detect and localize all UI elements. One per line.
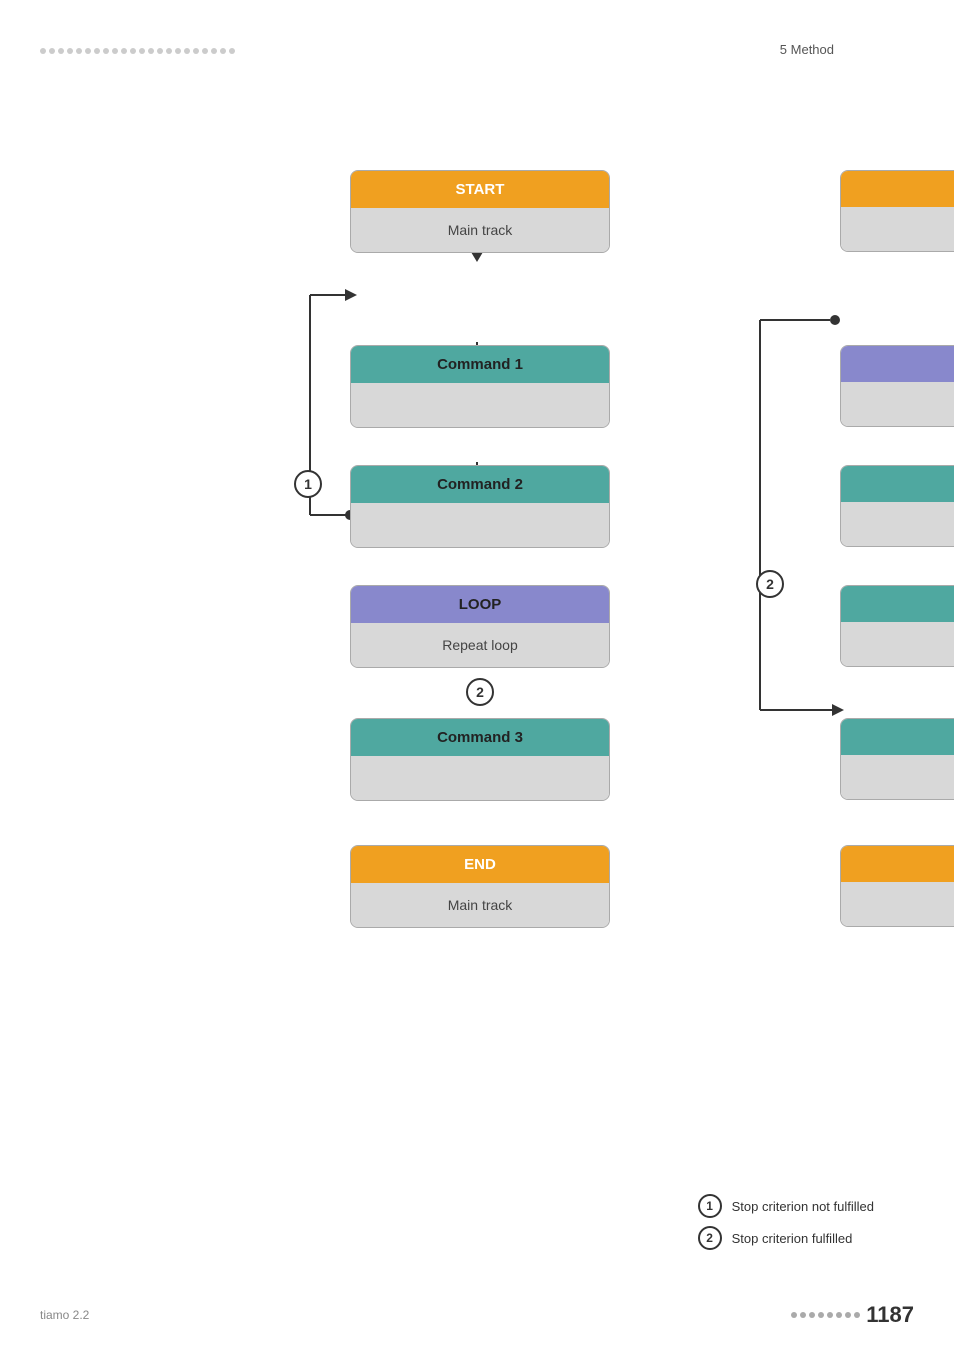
loop-block: LOOP Repeat loop <box>350 585 610 668</box>
start-body: Main track <box>351 208 609 252</box>
right-block-3 <box>840 465 954 547</box>
right-circle-2: 2 <box>756 570 784 598</box>
command2-header: Command 2 <box>351 466 609 503</box>
command2-body <box>351 503 609 547</box>
footer-left: tiamo 2.2 <box>40 1308 89 1322</box>
legend-item-1: 1 Stop criterion not fulfilled <box>698 1194 874 1218</box>
legend-text-1: Stop criterion not fulfilled <box>732 1199 874 1214</box>
start-block: START Main track <box>350 170 610 253</box>
right-block-5 <box>840 718 954 800</box>
legend-badge-1: 1 <box>698 1194 722 1218</box>
legend-text-2: Stop criterion fulfilled <box>732 1231 853 1246</box>
right-block-2 <box>840 345 954 427</box>
command3-header: Command 3 <box>351 719 609 756</box>
command1-block: Command 1 <box>350 345 610 428</box>
loop-body: Repeat loop <box>351 623 609 667</box>
right-block-1 <box>840 170 954 252</box>
loop-circle-2: 2 <box>466 678 494 706</box>
command3-block: Command 3 <box>350 718 610 801</box>
footer-dots <box>791 1312 860 1318</box>
end-body: Main track <box>351 883 609 927</box>
command3-body <box>351 756 609 800</box>
footer-page: 1187 <box>866 1302 914 1328</box>
end-block: END Main track <box>350 845 610 928</box>
header-title: 5 Method <box>780 42 834 57</box>
command1-body <box>351 383 609 427</box>
command2-block: Command 2 <box>350 465 610 548</box>
loopback-circle-1: 1 <box>294 470 322 498</box>
start-header: START <box>351 171 609 208</box>
command1-header: Command 1 <box>351 346 609 383</box>
legend-badge-2: 2 <box>698 1226 722 1250</box>
legend-item-2: 2 Stop criterion fulfilled <box>698 1226 874 1250</box>
footer-right: 1187 <box>791 1302 914 1328</box>
right-block-6 <box>840 845 954 927</box>
legend: 1 Stop criterion not fulfilled 2 Stop cr… <box>698 1194 874 1250</box>
loop-header: LOOP <box>351 586 609 623</box>
end-header: END <box>351 846 609 883</box>
header-dots-left <box>40 48 235 54</box>
right-block-4 <box>840 585 954 667</box>
